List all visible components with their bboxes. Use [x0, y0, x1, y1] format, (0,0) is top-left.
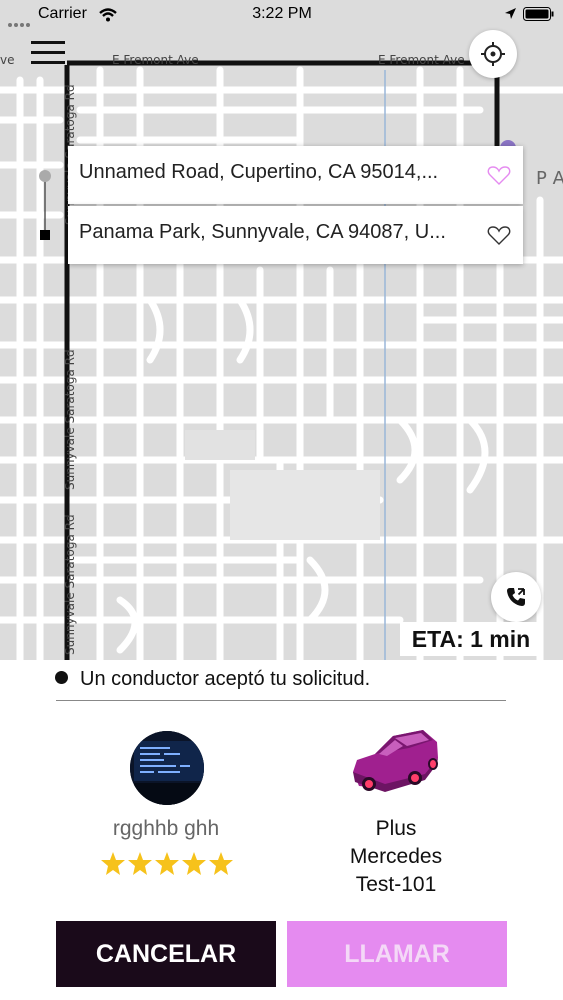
hamburger-icon: [31, 41, 65, 64]
origin-address-field[interactable]: Unnamed Road, Cupertino, CA 95014,...: [68, 146, 523, 204]
origin-address-text: Unnamed Road, Cupertino, CA 95014,...: [79, 161, 439, 183]
cancel-button[interactable]: CANCELAR: [56, 921, 276, 987]
map-roads: E Fremont Ave E Fremont Ave ve Sunnyvale…: [0, 53, 563, 660]
driver-rating: [100, 850, 234, 882]
ride-status: Un conductor aceptó tu solicitud.: [55, 668, 370, 691]
street-label: E Fremont Ave: [378, 53, 465, 67]
star-icon: [209, 852, 233, 875]
eta-label: ETA: 1 min: [400, 622, 542, 656]
star-icon: [155, 852, 179, 875]
driver-name: rgghhb ghh: [112, 817, 220, 840]
carrier-label: Carrier: [38, 5, 87, 22]
call-button[interactable]: LLAMAR: [287, 921, 507, 987]
status-bar: Carrier 3:22 PM: [0, 0, 563, 30]
driver-photo: [130, 731, 204, 805]
destination-address-text: Panama Park, Sunnyvale, CA 94087, U...: [79, 221, 446, 243]
star-icon: [128, 852, 152, 875]
signal-icon: [8, 14, 32, 32]
favorite-destination-heart-icon[interactable]: [487, 224, 511, 246]
clock: 3:22 PM: [252, 5, 312, 22]
star-icon: [101, 852, 125, 875]
favorite-origin-heart-icon[interactable]: [487, 164, 511, 186]
ride-status-text: Un conductor aceptó tu solicitud.: [80, 668, 371, 690]
driver-avatar: [130, 731, 204, 805]
street-label: Sunnyvale Saratoga Rd: [63, 514, 77, 655]
car-icon: [353, 730, 438, 792]
vehicle-image: [345, 724, 445, 804]
battery-icon: [523, 7, 554, 21]
vehicle-make: Mercedes: [349, 845, 443, 868]
wifi-icon: [99, 8, 117, 22]
location-arrow-icon: [505, 8, 516, 19]
map-view[interactable]: E Fremont Ave E Fremont Ave ve Sunnyvale…: [0, 0, 563, 660]
street-label: ve: [0, 53, 14, 67]
phone-icon: [507, 588, 525, 606]
vehicle-plate: Test-101: [355, 873, 437, 896]
menu-button[interactable]: [31, 39, 65, 67]
locate-me-button[interactable]: [469, 30, 517, 78]
crosshair-icon: [481, 42, 505, 66]
street-label: Sunnyvale Saratoga Rd: [63, 349, 77, 490]
status-dot-icon: [55, 671, 68, 684]
vehicle-category: Plus: [375, 817, 417, 840]
call-driver-button[interactable]: [491, 572, 541, 622]
divider: [56, 700, 506, 701]
star-icon: [182, 852, 206, 875]
destination-address-field[interactable]: Panama Park, Sunnyvale, CA 94087, U...: [68, 206, 523, 264]
map-poi-label: P A: [536, 168, 563, 189]
street-label: E Fremont Ave: [112, 53, 199, 67]
